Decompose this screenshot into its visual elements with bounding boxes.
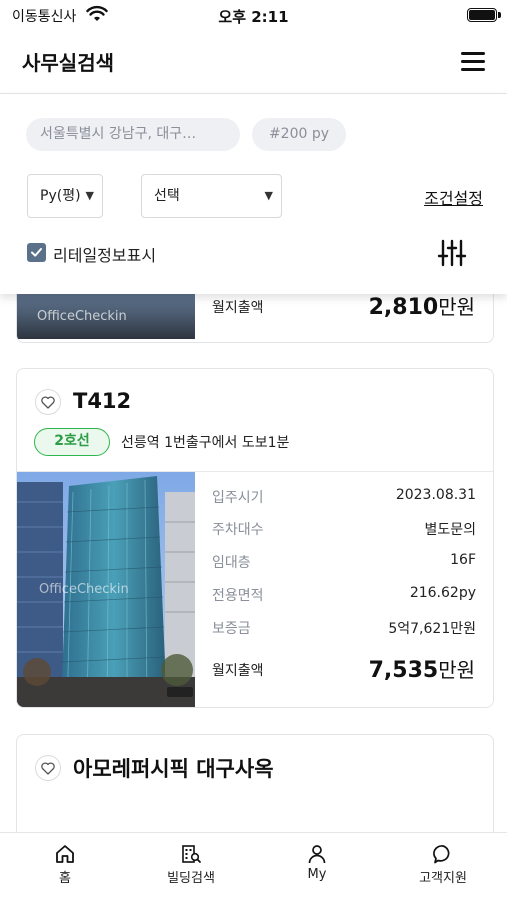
page-title: 사무실검색 (22, 51, 114, 75)
unit-select-value: Py(평) (40, 188, 81, 204)
size-chip[interactable]: #200 py (252, 118, 346, 151)
listing-card[interactable]: T412 2호선 선릉역 1번출구에서 도보1분 OfficeCheckin 입… (16, 368, 494, 708)
monthly-cost-value: 7,535만원 (368, 658, 475, 683)
nav-customer-support[interactable]: 고객지원 (398, 843, 488, 886)
unit-select[interactable]: Py(평) ▼ (27, 174, 103, 218)
nav-building-search[interactable]: 빌딩검색 (146, 843, 236, 886)
monthly-cost-value: 2,810만원 (368, 295, 475, 320)
clock: 오후 2:11 (218, 8, 289, 26)
favorite-heart-icon[interactable] (35, 389, 61, 415)
person-icon (308, 845, 326, 864)
sliders-icon[interactable] (437, 239, 467, 267)
spec-row-deposit: 보증금 5억7,621만원 (212, 621, 476, 637)
photo-watermark: OfficeCheckin (39, 582, 129, 597)
spec-row-area: 전용면적 216.62py (212, 585, 476, 604)
spec-row-floor: 임대층 16F (212, 552, 476, 571)
bottom-navigation: 홈 빌딩검색 My 고객지원 (0, 832, 507, 900)
chat-bubble-icon (433, 845, 450, 864)
photo-watermark: OfficeCheckin (37, 309, 127, 324)
location-chip[interactable]: 서울특별시 강남구, 대구… (26, 118, 240, 151)
retail-info-checkbox[interactable] (27, 243, 46, 262)
station-info: 선릉역 1번출구에서 도보1분 (121, 435, 290, 451)
building-name: 아모레퍼시픽 대구사옥 (73, 757, 274, 781)
status-bar: 이동통신사 오후 2:11 (0, 0, 507, 32)
filter-panel: 서울특별시 강남구, 대구… #200 py Py(평) ▼ 선택 ▼ 조건설정… (0, 94, 507, 294)
nav-my[interactable]: My (272, 843, 362, 882)
subway-line-badge: 2호선 (34, 428, 110, 456)
chevron-down-icon: ▼ (85, 189, 94, 202)
building-search-icon (182, 845, 201, 863)
option-select-value: 선택 (154, 188, 180, 204)
nav-home[interactable]: 홈 (20, 843, 110, 886)
app-header: 사무실검색 (0, 32, 507, 94)
monthly-cost-label: 월지출액 (212, 663, 264, 679)
chevron-down-icon: ▼ (264, 189, 273, 202)
condition-settings-link[interactable]: 조건설정 (424, 185, 483, 209)
monthly-cost-label: 월지출액 (212, 300, 264, 316)
building-photo: OfficeCheckin (17, 472, 195, 707)
retail-info-label: 리테일정보표시 (53, 246, 157, 265)
hamburger-menu-icon[interactable] (461, 52, 485, 72)
option-select[interactable]: 선택 ▼ (141, 174, 282, 218)
battery-icon (467, 8, 501, 22)
building-name: T412 (73, 389, 132, 413)
home-icon (56, 845, 74, 863)
spec-row-move-in: 입주시기 2023.08.31 (212, 487, 476, 506)
favorite-heart-icon[interactable] (35, 755, 61, 781)
spec-row-parking: 주차대수 별도문의 (212, 522, 476, 538)
